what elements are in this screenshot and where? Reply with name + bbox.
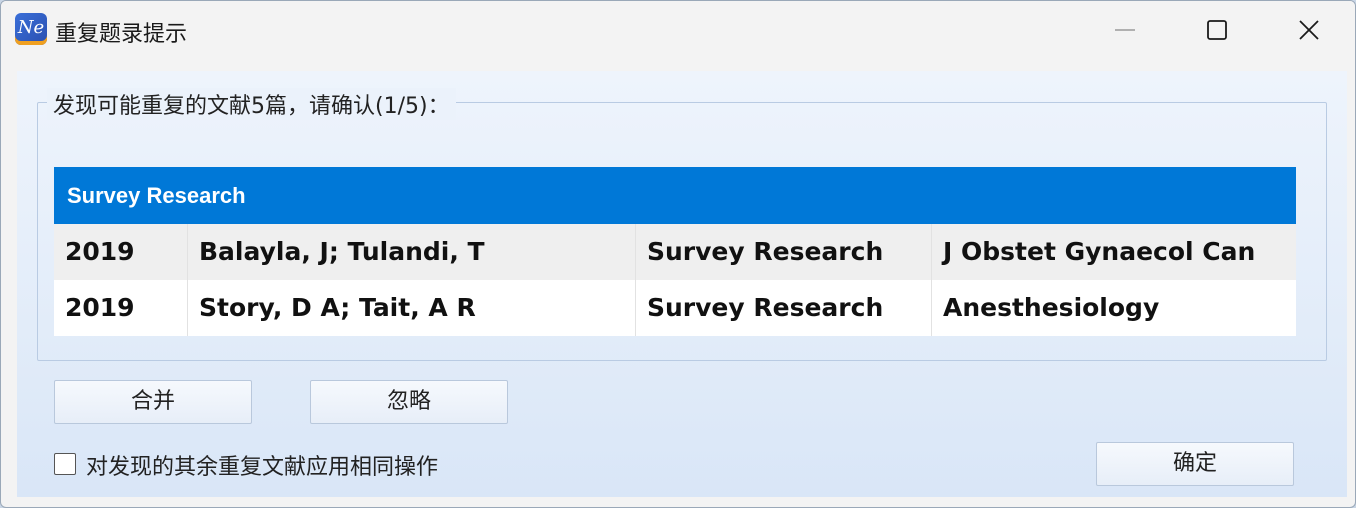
title-bar[interactable]: Ne 重复题录提示	[1, 1, 1355, 59]
merge-button[interactable]: 合并	[54, 380, 252, 424]
maximize-icon	[1207, 20, 1227, 40]
authors-cell: Story, D A; Tait, A R	[188, 280, 636, 336]
dialog-body: 发现可能重复的文献5篇，请确认(1/5)： Survey Research 20…	[17, 71, 1347, 497]
groupbox-caption: 发现可能重复的文献5篇，请确认(1/5)：	[47, 88, 456, 120]
title-cell: Survey Research	[636, 224, 932, 280]
maximize-button[interactable]	[1171, 1, 1263, 59]
close-button[interactable]	[1263, 1, 1355, 59]
apply-to-all-checkbox[interactable]	[54, 453, 76, 475]
app-logo-icon: Ne	[15, 13, 47, 45]
journal-cell: Anesthesiology	[943, 293, 1160, 322]
duplicate-record-list: Survey Research 2019 Balayla, J; Tulandi…	[54, 167, 1296, 336]
year-cell: 2019	[54, 280, 188, 336]
minimize-icon	[1115, 29, 1135, 31]
duplicate-dialog-window: Ne 重复题录提示 发现可能重复的文献5篇，请确认(1/5)： Survey R…	[0, 0, 1356, 508]
title-cell: Survey Research	[636, 280, 932, 336]
ok-button[interactable]: 确定	[1096, 442, 1294, 486]
year-cell: 2019	[54, 224, 188, 280]
table-row[interactable]: 2019 Balayla, J; Tulandi, T Survey Resea…	[54, 224, 1296, 280]
authors-cell: Balayla, J; Tulandi, T	[188, 224, 636, 280]
close-icon	[1299, 20, 1319, 40]
ignore-button[interactable]: 忽略	[310, 380, 508, 424]
window-title: 重复题录提示	[55, 22, 188, 47]
table-row[interactable]: 2019 Story, D A; Tait, A R Survey Resear…	[54, 280, 1296, 336]
apply-to-all-label[interactable]: 对发现的其余重复文献应用相同操作	[86, 449, 438, 481]
list-group-header[interactable]: Survey Research	[54, 167, 1296, 224]
journal-cell: J Obstet Gynaecol Can	[943, 237, 1256, 266]
minimize-button[interactable]	[1079, 1, 1171, 59]
